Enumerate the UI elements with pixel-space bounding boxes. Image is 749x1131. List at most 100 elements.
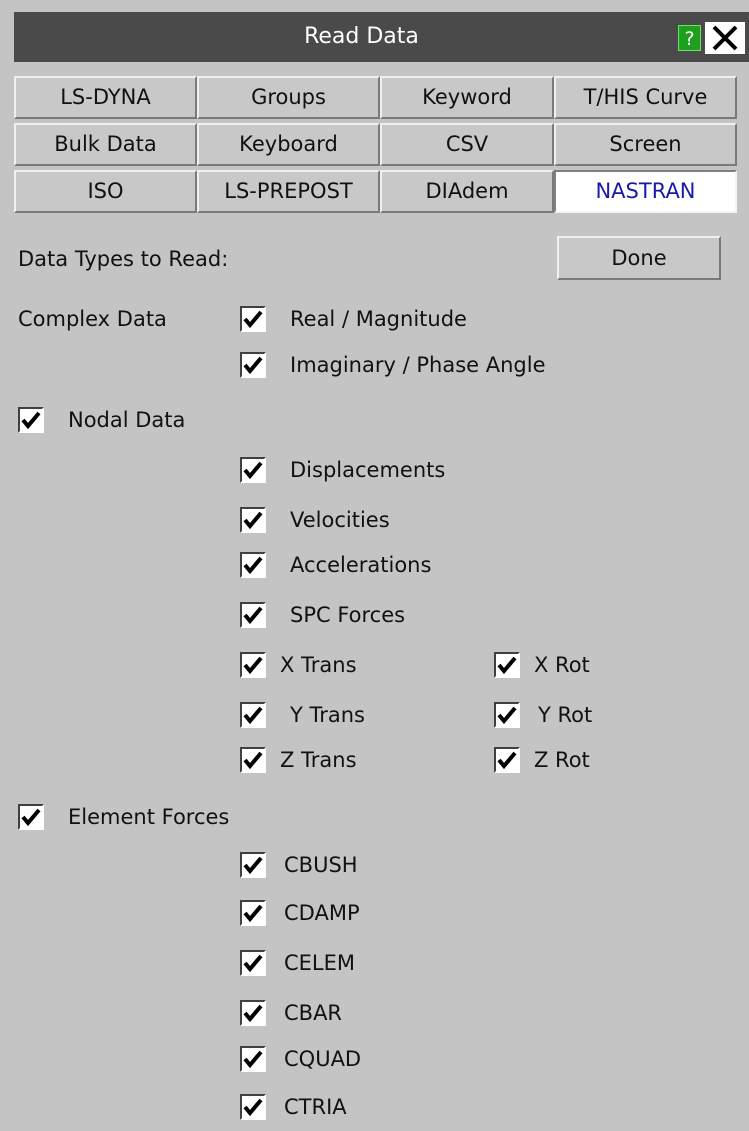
checkbox-box[interactable] <box>494 652 520 678</box>
checkbox-box[interactable] <box>240 602 266 628</box>
checkmark-icon <box>497 656 517 675</box>
checkbox-box[interactable] <box>18 407 44 433</box>
tab-keyboard[interactable]: Keyboard <box>197 123 380 166</box>
checkbox-label: CQUAD <box>284 1047 362 1071</box>
checkbox-box[interactable] <box>240 900 266 926</box>
checkbox-x-trans[interactable]: X Trans <box>240 650 357 680</box>
checkbox-displacements[interactable]: Displacements <box>240 455 445 485</box>
checkbox-label: CTRIA <box>284 1095 347 1119</box>
checkbox-label: Y Trans <box>290 703 365 727</box>
checkbox-label: SPC Forces <box>290 603 406 627</box>
checkmark-icon <box>243 556 263 575</box>
checkbox-box[interactable] <box>240 852 266 878</box>
checkbox-imaginary-phase-angle[interactable]: Imaginary / Phase Angle <box>240 350 546 380</box>
checkbox-x-rot[interactable]: X Rot <box>494 650 590 680</box>
checkbox-cquad[interactable]: CQUAD <box>240 1044 361 1074</box>
checkbox-z-trans[interactable]: Z Trans <box>240 745 357 775</box>
checkbox-box[interactable] <box>240 507 266 533</box>
checkbox-spc-forces[interactable]: SPC Forces <box>240 600 405 630</box>
checkmark-icon <box>243 1050 263 1069</box>
checkmark-icon <box>243 954 263 973</box>
checkbox-label: CELEM <box>284 951 356 975</box>
tab-iso[interactable]: ISO <box>14 170 197 213</box>
window-title: Read Data <box>304 24 419 49</box>
checkbox-label: Z Trans <box>280 748 357 772</box>
checkbox-label: Nodal Data <box>68 408 186 432</box>
checkmark-icon <box>243 461 263 480</box>
checkbox-label: Velocities <box>290 508 390 532</box>
checkmark-icon <box>243 856 263 875</box>
checkmark-icon <box>243 356 263 375</box>
checkbox-label: CDAMP <box>284 901 360 925</box>
checkbox-box[interactable] <box>240 702 266 728</box>
checkmark-icon <box>243 1098 263 1117</box>
checkbox-box[interactable] <box>494 747 520 773</box>
checkmark-icon <box>243 606 263 625</box>
checkbox-label: CBAR <box>284 1001 343 1025</box>
checkbox-box[interactable] <box>240 352 266 378</box>
done-button[interactable]: Done <box>557 236 721 280</box>
checkmark-icon <box>243 706 263 725</box>
checkmark-icon <box>243 511 263 530</box>
checkbox-box[interactable] <box>18 804 44 830</box>
tab-bulk-data[interactable]: Bulk Data <box>14 123 197 166</box>
checkbox-box[interactable] <box>240 306 266 332</box>
checkbox-label: Y Rot <box>538 703 593 727</box>
checkbox-label: Element Forces <box>68 805 230 829</box>
checkbox-element-forces[interactable]: Element Forces <box>18 802 229 832</box>
checkbox-cbush[interactable]: CBUSH <box>240 850 358 880</box>
tab-groups[interactable]: Groups <box>197 76 380 119</box>
checkbox-y-trans[interactable]: Y Trans <box>240 700 365 730</box>
tab-nastran[interactable]: NASTRAN <box>554 170 737 213</box>
close-button[interactable] <box>705 22 745 54</box>
checkbox-cbar[interactable]: CBAR <box>240 998 342 1028</box>
checkbox-accelerations[interactable]: Accelerations <box>240 550 431 580</box>
checkbox-label: Displacements <box>290 458 446 482</box>
tab-diadem[interactable]: DIAdem <box>380 170 554 213</box>
checkmark-icon <box>243 656 263 675</box>
checkmark-icon <box>497 706 517 725</box>
checkbox-celem[interactable]: CELEM <box>240 948 355 978</box>
checkbox-real-magnitude[interactable]: Real / Magnitude <box>240 304 467 334</box>
checkmark-icon <box>21 411 41 430</box>
checkbox-box[interactable] <box>240 652 266 678</box>
tab-screen[interactable]: Screen <box>554 123 737 166</box>
complex-data-label: Complex Data <box>18 307 167 331</box>
checkbox-ctria[interactable]: CTRIA <box>240 1092 347 1122</box>
checkbox-label: X Rot <box>534 653 590 677</box>
checkbox-label: Accelerations <box>290 553 432 577</box>
tab-keyword[interactable]: Keyword <box>380 76 554 119</box>
checkbox-box[interactable] <box>494 702 520 728</box>
checkbox-velocities[interactable]: Velocities <box>240 505 390 535</box>
checkbox-box[interactable] <box>240 1046 266 1072</box>
checkbox-box[interactable] <box>240 950 266 976</box>
checkbox-box[interactable] <box>240 457 266 483</box>
checkbox-box[interactable] <box>240 552 266 578</box>
checkbox-label: X Trans <box>280 653 357 677</box>
checkbox-box[interactable] <box>240 747 266 773</box>
close-icon <box>712 25 738 51</box>
tab-this-curve[interactable]: T/HIS Curve <box>554 76 737 119</box>
checkbox-cdamp[interactable]: CDAMP <box>240 898 360 928</box>
checkbox-box[interactable] <box>240 1094 266 1120</box>
title-bar: Read Data ? <box>14 12 749 62</box>
checkmark-icon <box>21 808 41 827</box>
checkbox-label: Z Rot <box>534 748 590 772</box>
checkmark-icon <box>243 1004 263 1023</box>
checkbox-y-rot[interactable]: Y Rot <box>494 700 592 730</box>
checkmark-icon <box>243 904 263 923</box>
data-types-label: Data Types to Read: <box>18 247 229 271</box>
checkbox-label: Real / Magnitude <box>290 307 467 331</box>
tab-ls-prepost[interactable]: LS-PREPOST <box>197 170 380 213</box>
help-button[interactable]: ? <box>678 25 701 51</box>
checkbox-z-rot[interactable]: Z Rot <box>494 745 590 775</box>
checkbox-label: Imaginary / Phase Angle <box>290 353 546 377</box>
checkbox-nodal-data[interactable]: Nodal Data <box>18 405 185 435</box>
checkbox-box[interactable] <box>240 1000 266 1026</box>
checkmark-icon <box>497 751 517 770</box>
checkmark-icon <box>243 310 263 329</box>
tab-ls-dyna[interactable]: LS-DYNA <box>14 76 197 119</box>
checkmark-icon <box>243 751 263 770</box>
tab-csv[interactable]: CSV <box>380 123 554 166</box>
checkbox-label: CBUSH <box>284 853 358 877</box>
